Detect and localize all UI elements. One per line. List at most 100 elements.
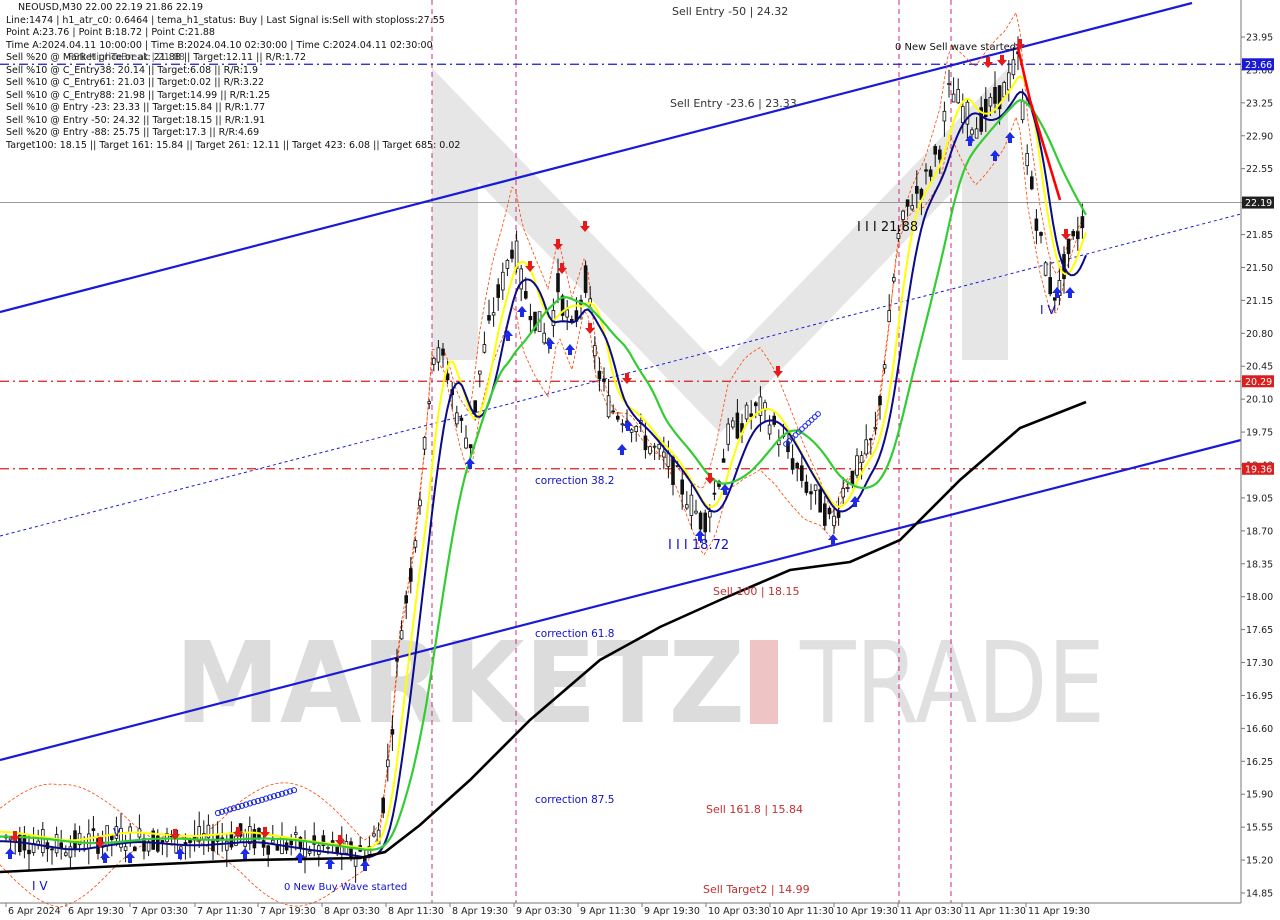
candle-body [1071,231,1076,237]
candle-body [910,205,914,210]
candle-body [293,832,298,835]
candle-body [482,344,487,353]
candle-body [974,128,979,139]
price-tick-label: 17.30 [1246,658,1273,669]
candle-body [459,417,464,421]
price-tick-label: 16.95 [1246,691,1273,702]
candle-body [8,837,13,841]
candle-body [901,210,905,220]
info-line: Point A:23.76 | Point B:18.72 | Point C:… [6,27,215,38]
candle-body [477,370,482,375]
candle-body [496,284,500,298]
candle-body [804,481,809,493]
candle-body [694,510,698,514]
price-tick-label: 14.85 [1246,889,1273,900]
candle-body [464,437,468,449]
candle-body [947,83,951,85]
candle-body [234,835,238,846]
candle-body [809,491,813,495]
watermark-text-left: MARKETZ [175,619,745,749]
candle-body [473,400,477,413]
candle-body [905,199,910,207]
candle-body [551,310,556,326]
candle-body [372,833,376,837]
candle-body [1011,59,1016,76]
candle-body [91,828,96,831]
candle-body [648,446,652,454]
candle-body [754,402,758,407]
candle-body [850,470,855,486]
annotation-label: Sell Entry -23.6 | 23.33 [670,97,797,110]
candle-body [643,435,648,451]
candle-body [454,412,459,425]
candle-body [436,347,441,363]
candle-body [519,268,523,290]
candle-body [505,259,510,269]
price-tick-label: 19.75 [1246,428,1273,439]
candle-body [611,410,615,413]
time-tick-label: 8 Apr 19:30 [452,906,508,917]
time-axis[interactable]: 6 Apr 2024 6 Apr 19:30 7 Apr 03:30 7 Apr 11… [0,902,1241,917]
candle-body [818,489,822,513]
candle-body [556,273,560,293]
price-label-text: 22.19 [1245,198,1272,209]
price-tick-label: 20.45 [1246,362,1273,373]
candle-body [671,456,675,486]
price-tick-label: 18.00 [1246,592,1273,603]
candle-body [510,249,514,259]
candle-body [50,848,54,851]
candle-body [390,729,395,735]
candle-body [744,404,749,420]
candle-body [597,370,602,380]
candle-body [708,511,712,518]
candle-body [270,839,275,844]
candle-body [634,426,638,432]
price-tick-label: 22.90 [1246,131,1273,142]
info-panel: NEOUSD,M30 22.00 22.19 21.86 22.19 Line:… [6,2,460,152]
annotation-label: Sell 161.8 | 15.84 [706,803,803,816]
time-tick-label: 10 Apr 11:30 [772,906,834,917]
price-tick-label: 20.80 [1246,329,1273,340]
candle-body [841,488,845,498]
candle-body [795,462,799,469]
annotation-label: V [113,826,121,839]
candle-body [247,826,252,844]
annotation-label: I I I 21.88 [857,220,918,235]
candle-body [915,186,919,194]
price-tick-label: 18.70 [1246,526,1273,537]
candle-body [27,849,31,855]
candle-body [431,357,436,365]
time-tick-label: 9 Apr 11:30 [580,906,636,917]
candle-body [823,503,827,526]
candle-body [491,312,496,316]
price-tick-label: 15.20 [1246,856,1273,867]
candle-body [1034,218,1039,231]
candle-body [827,507,832,515]
candle-body [993,87,997,104]
candle-body [427,401,431,404]
info-line: Sell %20 @ Entry -88: 25.75 || Target:17… [6,127,260,138]
candle-body [887,310,891,323]
candle-body [64,852,68,856]
annotation-label: 0 New Buy Wave started [284,882,407,893]
candle-body [395,657,399,662]
candle-body [1025,153,1030,167]
price-axis[interactable]: 23.9523.6023.2522.9022.5522.1921.8521.50… [1240,0,1280,920]
candle-body [703,512,707,533]
candle-body [606,395,611,418]
time-tick-label: 8 Apr 03:30 [324,906,380,917]
candle-body [933,146,937,155]
candle-body [698,512,703,530]
candle-body [160,840,165,843]
info-line: Sell %10 @ C_Entry61: 21.03 || Target:0.… [6,77,265,88]
fsb-overlay-label: FSB-HighToBreak | 21.88 [68,52,185,63]
annotation-label: I V [32,879,48,893]
candle-body [565,309,569,318]
price-tick-label: 21.85 [1246,230,1273,241]
candle-body [41,829,45,853]
candle-body [1048,277,1053,295]
time-tick-label: 11 Apr 11:30 [964,906,1026,917]
info-line: Time A:2024.04.11 10:00:00 | Time B:2024… [6,39,433,51]
price-tick-label: 15.55 [1246,823,1273,834]
candle-body [859,455,864,464]
